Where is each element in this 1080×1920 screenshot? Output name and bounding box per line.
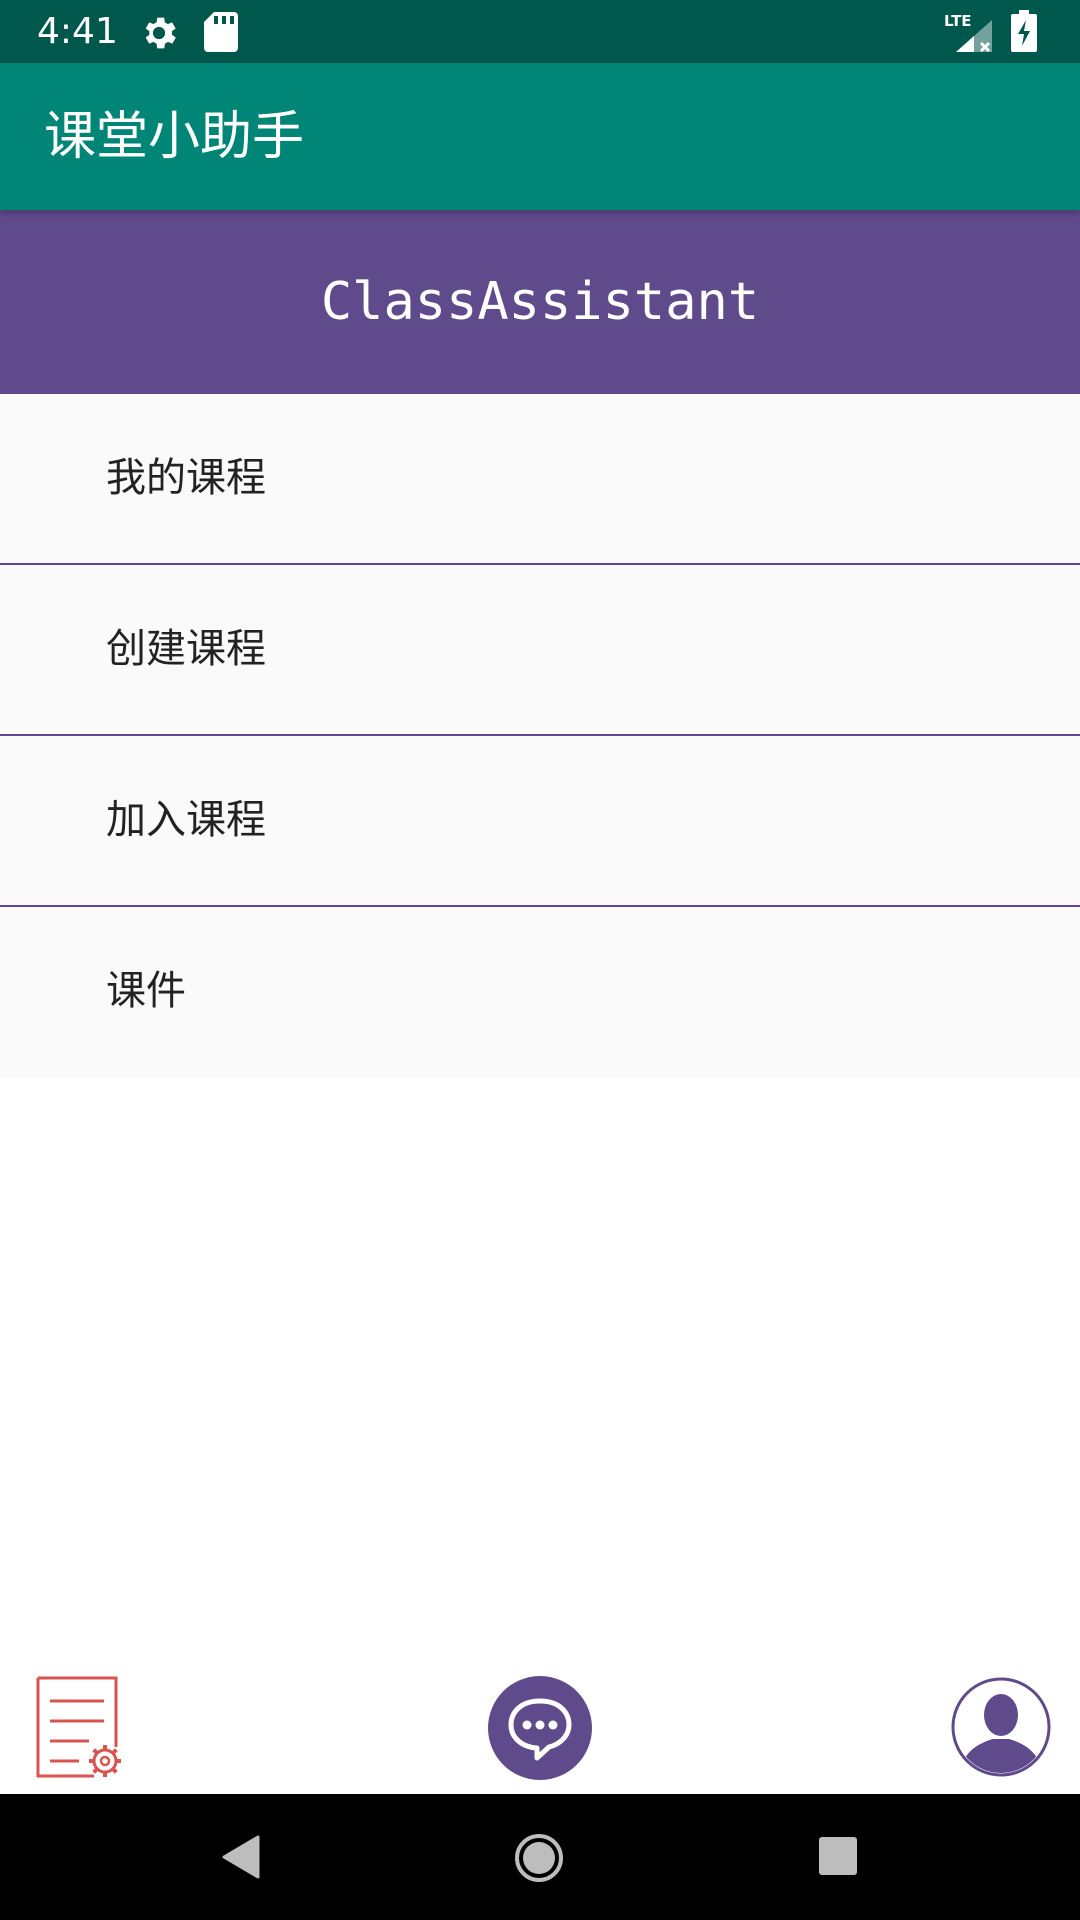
app-title: 课堂小助手 [44, 107, 305, 167]
menu-item-create-course[interactable]: 创建课程 [0, 565, 1080, 736]
status-bar: 4:41 LTE [0, 0, 1080, 63]
menu-item-label: 创建课程 [106, 626, 266, 672]
home-icon[interactable] [514, 1833, 564, 1887]
battery-charging-icon [1011, 10, 1037, 56]
banner-title: ClassAssistant [320, 272, 760, 332]
sd-card-icon [204, 12, 238, 56]
menu-item-label: 我的课程 [106, 455, 266, 501]
menu-item-courseware[interactable]: 课件 [0, 907, 1080, 1078]
document-settings-icon[interactable] [34, 1675, 126, 1785]
lte-label: LTE [944, 12, 972, 30]
gear-icon [138, 12, 180, 58]
main-menu: 我的课程 创建课程 加入课程 课件 [0, 394, 1080, 1078]
chat-icon[interactable] [487, 1675, 593, 1785]
menu-item-label: 课件 [106, 968, 186, 1014]
menu-item-join-course[interactable]: 加入课程 [0, 736, 1080, 907]
lte-signal-icon: LTE [944, 10, 994, 58]
status-time: 4:41 [37, 11, 118, 52]
menu-item-my-courses[interactable]: 我的课程 [0, 394, 1080, 565]
profile-icon[interactable] [951, 1677, 1051, 1781]
app-bar: 课堂小助手 [0, 63, 1080, 210]
back-icon[interactable] [220, 1835, 260, 1883]
recents-icon[interactable] [818, 1836, 858, 1880]
header-banner: ClassAssistant [0, 210, 1080, 394]
menu-item-label: 加入课程 [106, 797, 266, 843]
system-nav-bar [0, 1794, 1080, 1920]
